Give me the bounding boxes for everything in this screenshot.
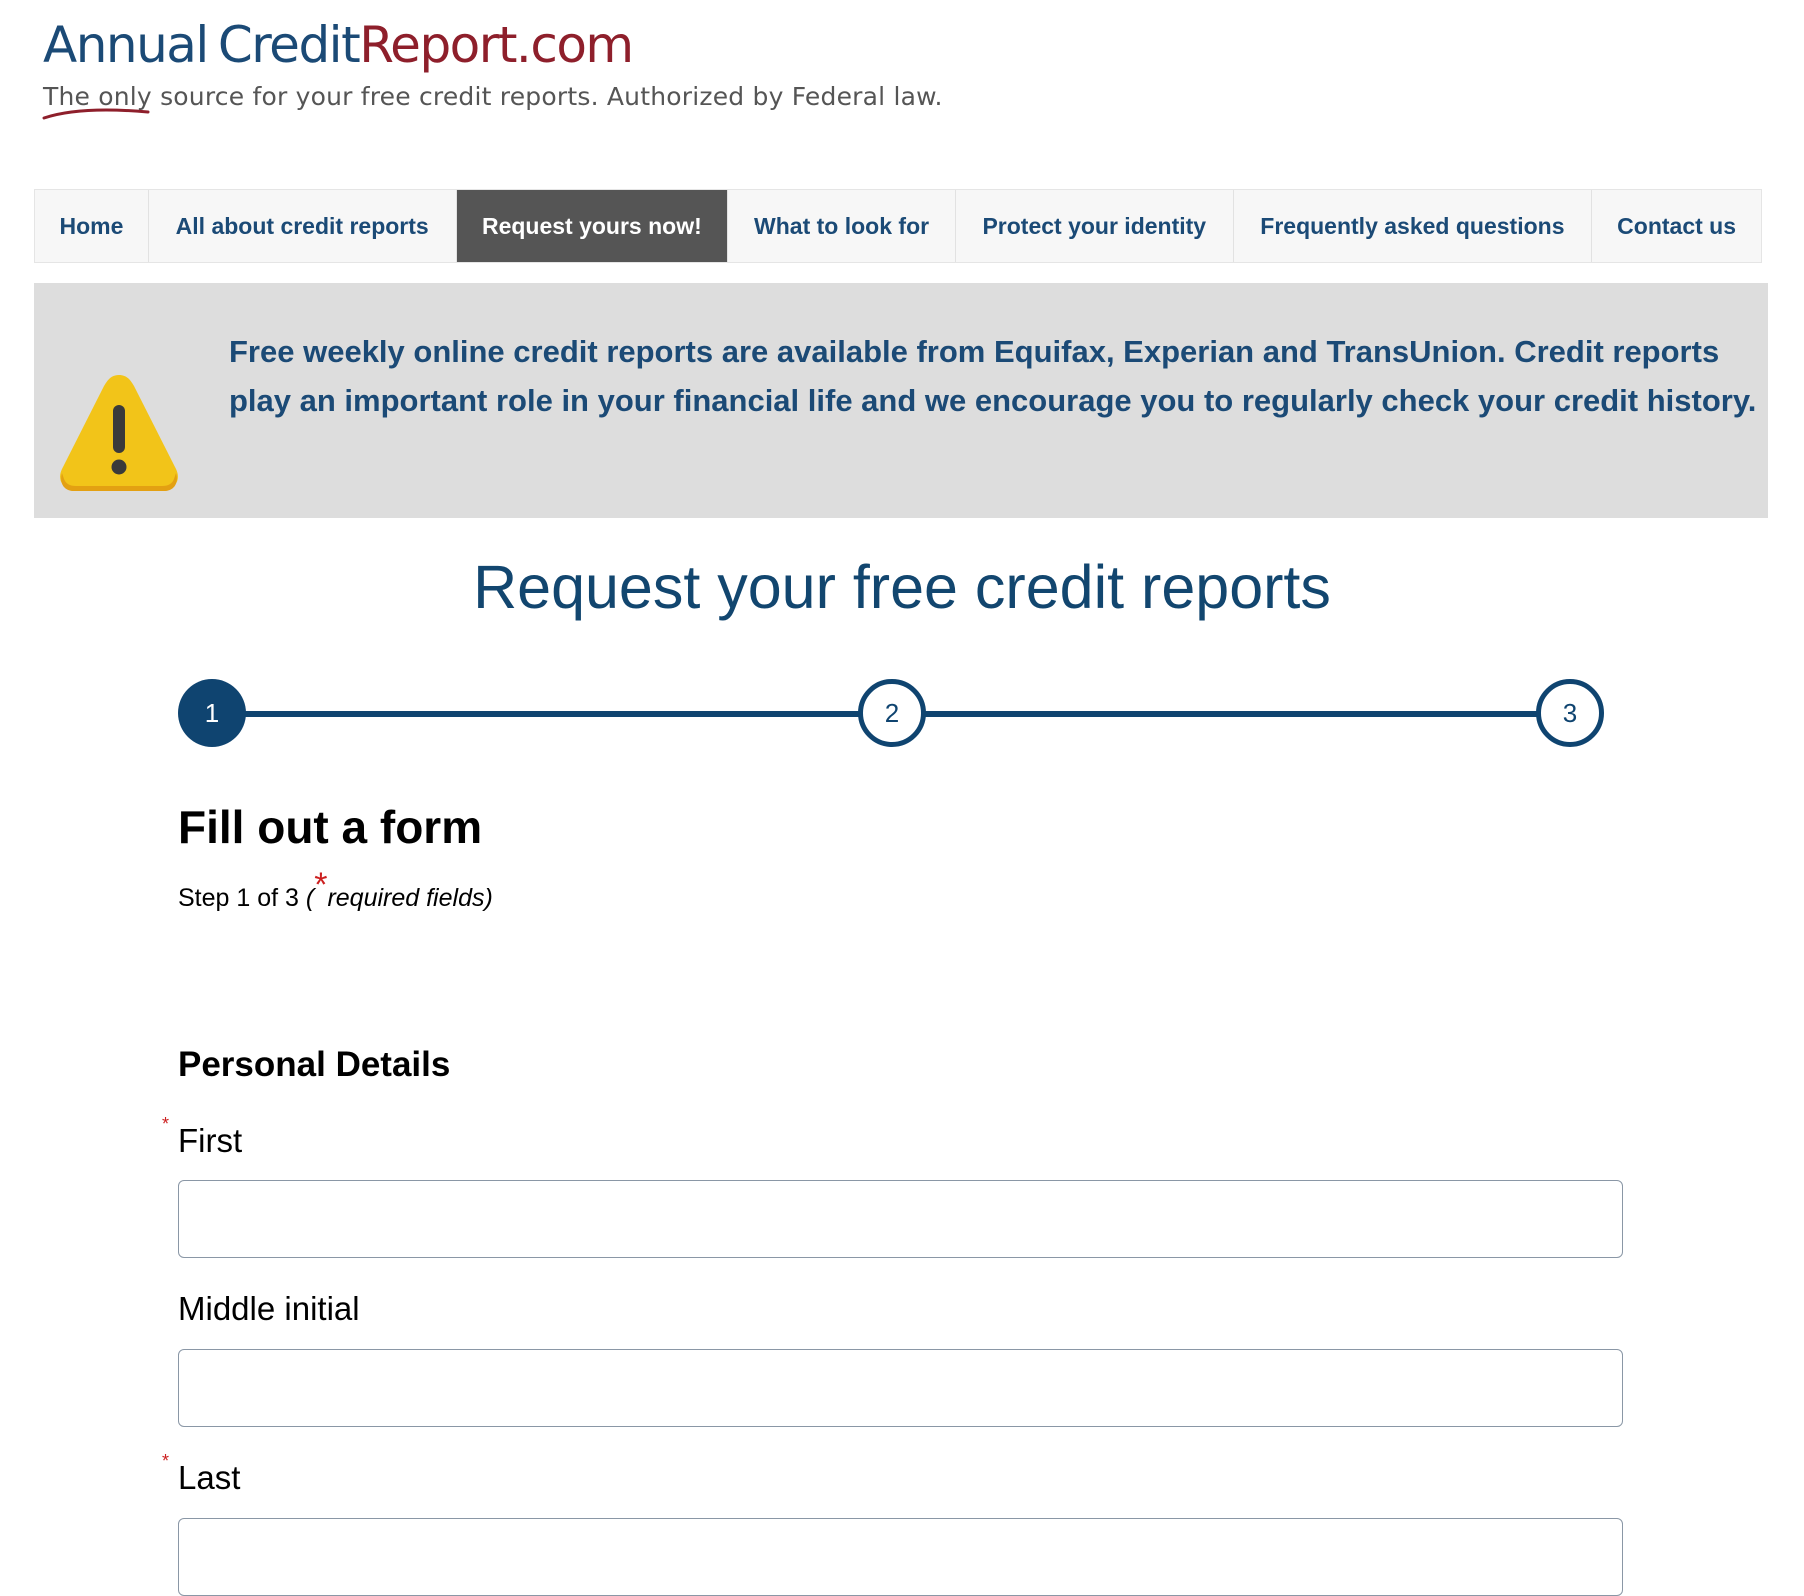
last-name-label: * Last — [162, 1451, 241, 1497]
personal-details-heading: Personal Details — [178, 1045, 451, 1084]
last-required-mark: * — [162, 1451, 170, 1471]
nav-what-to-look-for[interactable]: What to look for — [728, 190, 956, 262]
stepper-line-2 — [918, 711, 1548, 717]
nav-home[interactable]: Home — [35, 190, 149, 262]
main-nav: Home All about credit reports Request yo… — [34, 189, 1762, 263]
required-fields-note: required fields) — [327, 884, 493, 912]
alert-message: Free weekly online credit reports are av… — [229, 334, 1757, 418]
logo-report: Report.com — [359, 16, 634, 74]
nav-all-about-credit-reports[interactable]: All about credit reports — [149, 190, 457, 262]
site-logo[interactable]: Annual CreditReport.com — [43, 14, 634, 76]
first-name-input[interactable] — [178, 1180, 1623, 1258]
nav-protect-your-identity[interactable]: Protect your identity — [956, 190, 1234, 262]
step-1-indicator: 1 — [178, 679, 246, 747]
first-required-mark: * — [162, 1114, 170, 1134]
first-name-label: * First — [162, 1114, 243, 1160]
tagline-underline-swash — [42, 108, 150, 120]
alert-banner: Free weekly online credit reports are av… — [34, 283, 1768, 518]
logo-annual: Annual — [43, 16, 209, 74]
stepper-line-1 — [238, 711, 870, 717]
step-3-indicator: 3 — [1536, 679, 1604, 747]
middle-initial-label: Middle initial — [178, 1290, 360, 1328]
step-note-paren: ( — [305, 884, 315, 912]
last-name-label-text: Last — [178, 1459, 241, 1496]
page-title: Request your free credit reports — [473, 553, 1331, 621]
middle-initial-label-text: Middle initial — [178, 1290, 360, 1327]
form-heading: Fill out a form — [178, 801, 483, 853]
site-tagline: The only source for your free credit rep… — [43, 82, 943, 111]
tagline-after: source for your free credit reports. Aut… — [151, 82, 943, 111]
warning-icon — [60, 375, 178, 491]
step-count: Step 1 of 3 — [178, 884, 306, 912]
step-2-indicator: 2 — [858, 679, 926, 747]
required-asterisk: * — [314, 866, 328, 904]
logo-credit: Credit — [217, 16, 361, 74]
nav-faq[interactable]: Frequently asked questions — [1234, 190, 1593, 262]
first-name-label-text: First — [178, 1122, 243, 1159]
step-note: Step 1 of 3 (*required fields) — [178, 866, 493, 915]
nav-contact-us[interactable]: Contact us — [1592, 190, 1761, 262]
nav-request-yours-now[interactable]: Request yours now! — [456, 190, 729, 262]
progress-stepper: 1 2 3 — [178, 679, 1604, 749]
last-name-input[interactable] — [178, 1518, 1623, 1596]
middle-initial-input[interactable] — [178, 1349, 1623, 1427]
